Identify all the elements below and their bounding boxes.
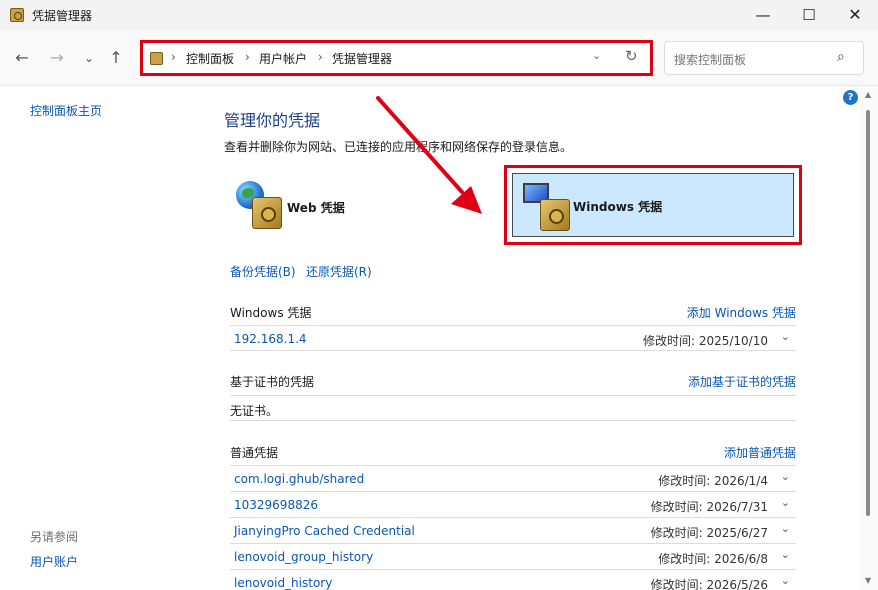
section-title: 基于证书的凭据 <box>230 375 315 389</box>
add-generic-credential-link[interactable]: 添加普通凭据 <box>724 444 796 461</box>
credential-name[interactable]: lenovoid_group_history <box>234 550 373 564</box>
credential-row[interactable]: 10329698826 修改时间: 2026/7/31 ⌄ <box>230 491 796 517</box>
credential-name[interactable]: com.logi.ghub/shared <box>234 472 364 486</box>
credential-row[interactable]: lenovoid_group_history 修改时间: 2026/6/8 ⌄ <box>230 543 796 569</box>
modified-time: 修改时间: 2026/1/4 <box>658 474 768 488</box>
modified-time: 修改时间: 2025/10/10 <box>642 334 768 348</box>
backup-credentials-link[interactable]: 备份凭据(B) <box>230 263 296 280</box>
credential-row[interactable]: JianyingPro Cached Credential 修改时间: 2025… <box>230 517 796 543</box>
no-certificates-note: 无证书。 <box>230 395 796 421</box>
no-certificates-text: 无证书。 <box>230 404 279 418</box>
add-windows-credential-link[interactable]: 添加 Windows 凭据 <box>687 304 796 321</box>
chevron-down-icon[interactable]: ⌄ <box>781 330 790 343</box>
chevron-down-icon[interactable]: ⌄ <box>781 548 790 561</box>
credential-row[interactable]: 192.168.1.4 修改时间: 2025/10/10 ⌄ <box>230 325 796 351</box>
certificate-credentials-section-header: 基于证书的凭据 添加基于证书的凭据 <box>230 370 796 394</box>
credential-row[interactable]: com.logi.ghub/shared 修改时间: 2026/1/4 ⌄ <box>230 465 796 491</box>
modified-time: 修改时间: 2026/6/8 <box>658 552 768 566</box>
generic-credentials-section-header: 普通凭据 添加普通凭据 <box>230 441 796 465</box>
chevron-down-icon[interactable]: ⌄ <box>781 574 790 587</box>
windows-credentials-section-header: Windows 凭据 添加 Windows 凭据 <box>230 301 796 325</box>
modified-time: 修改时间: 2026/7/31 <box>650 500 768 514</box>
credential-name[interactable]: JianyingPro Cached Credential <box>234 524 415 538</box>
credential-row[interactable]: lenovoid_history 修改时间: 2026/5/26 ⌄ <box>230 569 796 590</box>
restore-credentials-link[interactable]: 还原凭据(R) <box>306 263 372 280</box>
chevron-down-icon[interactable]: ⌄ <box>781 496 790 509</box>
modified-time: 修改时间: 2025/6/27 <box>650 526 768 540</box>
chevron-down-icon[interactable]: ⌄ <box>781 522 790 535</box>
chevron-down-icon[interactable]: ⌄ <box>781 470 790 483</box>
credential-name[interactable]: 10329698826 <box>234 498 318 512</box>
section-title: Windows 凭据 <box>230 306 312 320</box>
section-title: 普通凭据 <box>230 446 279 460</box>
credential-name[interactable]: 192.168.1.4 <box>234 332 307 346</box>
add-certificate-credential-link[interactable]: 添加基于证书的凭据 <box>688 373 796 390</box>
modified-time: 修改时间: 2026/5/26 <box>650 578 768 590</box>
credential-name[interactable]: lenovoid_history <box>234 576 332 590</box>
